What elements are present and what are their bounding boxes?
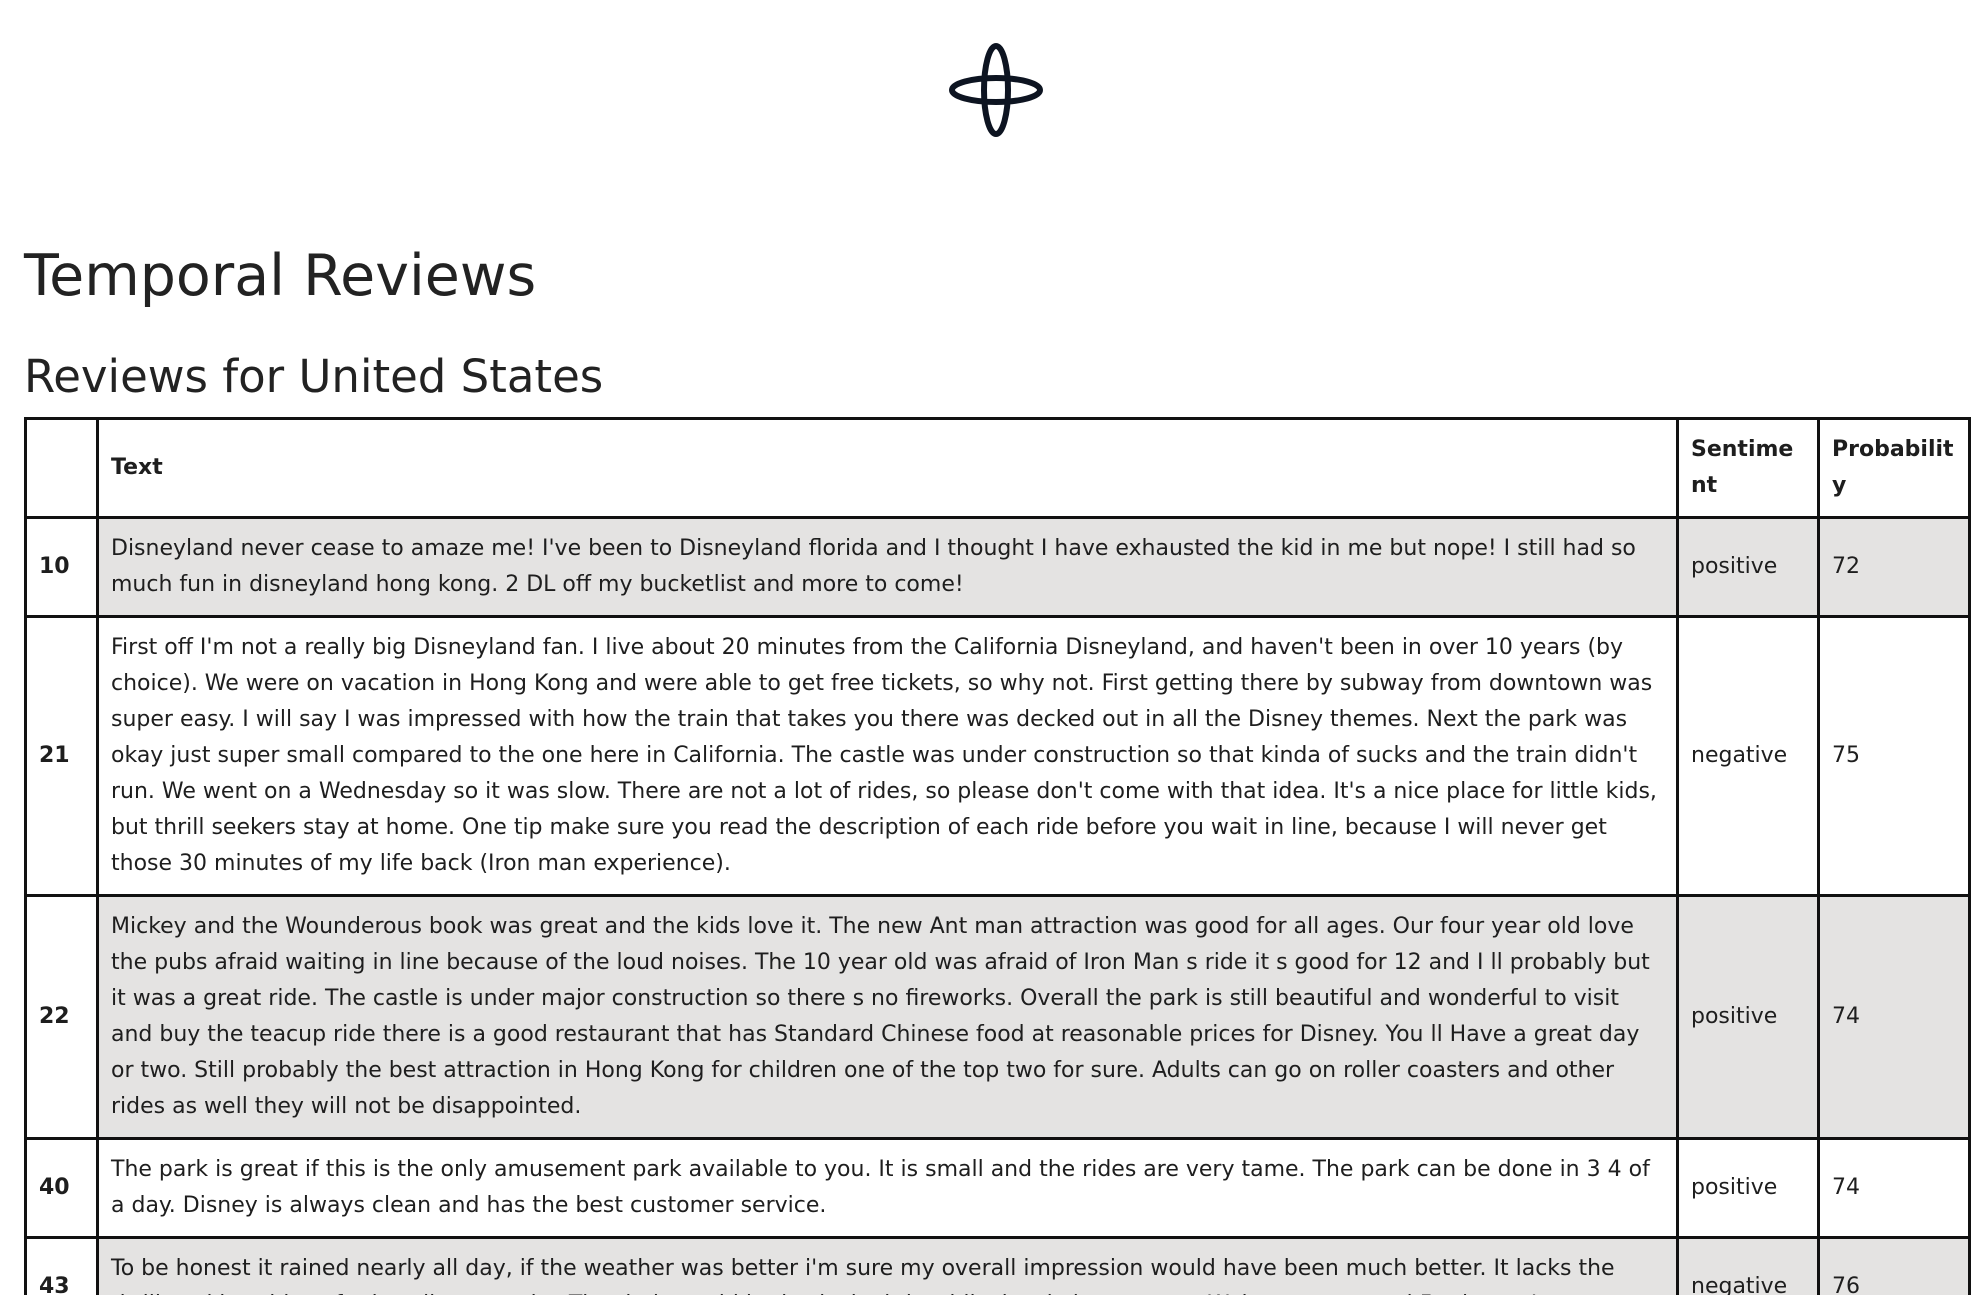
review-text: Disneyland never cease to amaze me! I've…: [96, 516, 1679, 618]
reviews-table: Text Sentiment Probability 10 Disneyland…: [24, 417, 1971, 1295]
review-text: The park is great if this is the only am…: [96, 1137, 1679, 1239]
sentiment-value: positive: [1676, 894, 1820, 1140]
table-header-row: Text Sentiment Probability: [24, 417, 1971, 519]
probability-value: 72: [1817, 516, 1971, 618]
table-row: 22 Mickey and the Wounderous book was gr…: [24, 894, 1971, 1140]
sentiment-value: positive: [1676, 516, 1820, 618]
column-header-id: [24, 417, 99, 519]
sentiment-value: positive: [1676, 1137, 1820, 1239]
row-id: 22: [24, 894, 99, 1140]
probability-value: 74: [1817, 894, 1971, 1140]
probability-value: 74: [1817, 1137, 1971, 1239]
column-header-text: Text: [96, 417, 1679, 519]
sentiment-value: negative: [1676, 615, 1820, 897]
section-title: Reviews for United States: [24, 350, 604, 403]
column-header-sentiment: Sentiment: [1676, 417, 1820, 519]
sentiment-value: negative: [1676, 1236, 1820, 1295]
review-text: To be honest it rained nearly all day, i…: [96, 1236, 1679, 1295]
table-row: 40 The park is great if this is the only…: [24, 1137, 1971, 1239]
row-id: 10: [24, 516, 99, 618]
table-row: 43 To be honest it rained nearly all day…: [24, 1236, 1971, 1295]
row-id: 40: [24, 1137, 99, 1239]
probability-value: 76: [1817, 1236, 1971, 1295]
review-text: First off I'm not a really big Disneylan…: [96, 615, 1679, 897]
table-row: 10 Disneyland never cease to amaze me! I…: [24, 516, 1971, 618]
row-id: 21: [24, 615, 99, 897]
column-header-probability: Probability: [1817, 417, 1971, 519]
reviews-table-container: Text Sentiment Probability 10 Disneyland…: [24, 417, 1971, 1295]
row-id: 43: [24, 1236, 99, 1295]
four-point-star-icon: [946, 40, 1046, 140]
probability-value: 75: [1817, 615, 1971, 897]
page: Temporal Reviews Reviews for United Stat…: [0, 0, 1986, 1295]
review-text: Mickey and the Wounderous book was great…: [96, 894, 1679, 1140]
table-row: 21 First off I'm not a really big Disney…: [24, 615, 1971, 897]
app-title: Temporal Reviews: [24, 243, 537, 309]
